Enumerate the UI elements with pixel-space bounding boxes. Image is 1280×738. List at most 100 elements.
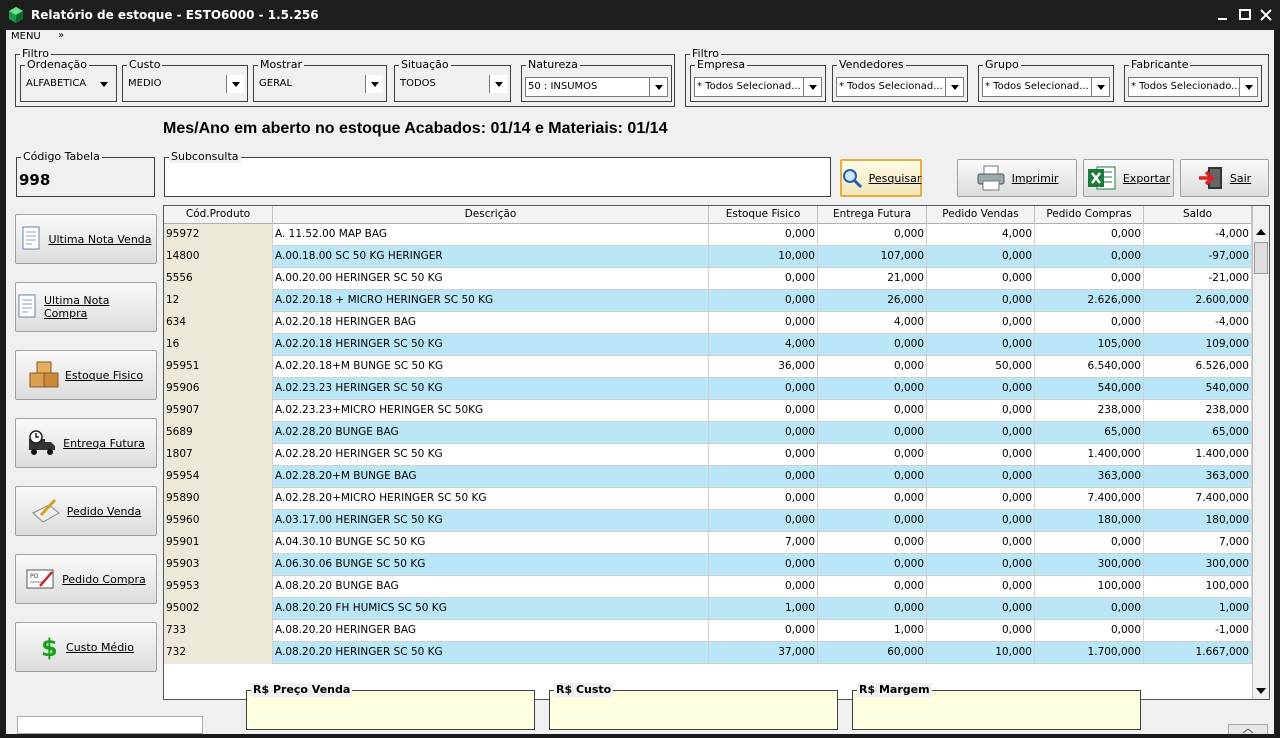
table-cell: 0,000: [709, 554, 818, 576]
vertical-scrollbar[interactable]: [1252, 206, 1269, 699]
table-row[interactable]: 732 A.08.20.20 HERINGER SC 50 KG 37,000 60,…: [164, 642, 1252, 664]
chevron-down-icon[interactable]: [226, 75, 244, 93]
imprimir-button[interactable]: Imprimir: [957, 159, 1077, 197]
table-row[interactable]: 5556 A.00.20.00 HERINGER SC 50 KG 0,000 21,…: [164, 268, 1252, 290]
collapse-tab[interactable]: [1228, 724, 1268, 734]
sair-button[interactable]: Sair: [1180, 159, 1269, 197]
codigo-tabela-input[interactable]: 998: [19, 171, 50, 189]
maximize-icon[interactable]: [1236, 6, 1254, 24]
table-cell: 26,000: [818, 290, 927, 312]
scroll-down-icon[interactable]: [1253, 683, 1269, 699]
table-cell: 0,000: [818, 334, 927, 356]
table-cell: 65,000: [1035, 422, 1144, 444]
entrega-futura-button[interactable]: Entrega Futura: [15, 418, 157, 468]
table-cell: A.02.28.20+MICRO HERINGER SC 50 KG: [273, 488, 709, 510]
column-header[interactable]: Entrega Futura: [818, 206, 927, 224]
custo-medio-button[interactable]: $ Custo Médio: [15, 622, 157, 672]
table-cell: 10,000: [709, 246, 818, 268]
table-cell: A.00.18.00 SC 50 KG HERINGER: [273, 246, 709, 268]
table-cell: 16: [164, 334, 273, 356]
table-row[interactable]: 5689 A.02.28.20 BUNGE BAG 0,000 0,000 0,000 6…: [164, 422, 1252, 444]
table-cell: 0,000: [709, 466, 818, 488]
chevron-down-icon[interactable]: [945, 78, 963, 96]
table-cell: 0,000: [818, 488, 927, 510]
truck-clock-icon: [29, 430, 56, 455]
pesquisar-button[interactable]: Pesquisar: [840, 159, 922, 197]
chevron-down-icon[interactable]: [649, 78, 667, 96]
table-row[interactable]: 95953 A.08.20.20 BUNGE BAG 0,000 0,000 0,000…: [164, 576, 1252, 598]
table-cell: A.00.20.00 HERINGER SC 50 KG: [273, 268, 709, 290]
table-cell: -21,000: [1144, 268, 1252, 290]
scroll-up-icon[interactable]: [1253, 224, 1269, 240]
table-row[interactable]: 95907 A.02.23.23+MICRO HERINGER SC 50KG 0,…: [164, 400, 1252, 422]
chevron-down-icon[interactable]: [1239, 78, 1257, 96]
table-row[interactable]: 95903 A.06.30.06 BUNGE SC 50 KG 0,000 0,000…: [164, 554, 1252, 576]
vendedores-value: * Todos Selecionad...: [839, 81, 943, 92]
table-cell: 95901: [164, 532, 273, 554]
natureza-select[interactable]: 50 : INSUMOS: [525, 77, 668, 97]
ordenacao-select[interactable]: ALFABÉTICA: [24, 75, 113, 95]
table-row[interactable]: 95972 A. 11.52.00 MAP BAG 0,000 0,000 4,000 0…: [164, 224, 1252, 246]
minimize-icon[interactable]: [1214, 6, 1232, 24]
table-row[interactable]: 634 A.02.20.18 HERINGER BAG 0,000 4,000 0,00…: [164, 312, 1252, 334]
vendedores-select[interactable]: * Todos Selecionad...: [836, 77, 964, 97]
estoque-fisico-button[interactable]: Estoque Fisico: [15, 350, 157, 400]
table-cell: 0,000: [818, 554, 927, 576]
column-header[interactable]: Saldo: [1144, 206, 1252, 224]
column-header[interactable]: Estoque Fisico: [709, 206, 818, 224]
table-row[interactable]: 95951 A.02.20.18+M BUNGE SC 50 KG 36,000 0,…: [164, 356, 1252, 378]
ordenacao-value: ALFABÉTICA: [26, 78, 87, 89]
chevron-down-icon[interactable]: [1091, 78, 1109, 96]
menu-chevron-icon[interactable]: »: [58, 30, 64, 41]
table-row[interactable]: 95002 A.08.20.20 FH HUMICS SC 50 KG 1,000 0…: [164, 598, 1252, 620]
chevron-down-icon[interactable]: [489, 75, 507, 93]
table-row[interactable]: 95954 A.02.28.20+M BUNGE BAG 0,000 0,000 0,0…: [164, 466, 1252, 488]
table-cell: 0,000: [709, 510, 818, 532]
table-row[interactable]: 733 A.08.20.20 HERINGER BAG 0,000 1,000 0,00…: [164, 620, 1252, 642]
table-row[interactable]: 95890 A.02.28.20+MICRO HERINGER SC 50 KG 0…: [164, 488, 1252, 510]
pedido-compra-button[interactable]: PO Pedido Compra: [15, 554, 157, 604]
table-cell: 732: [164, 642, 273, 664]
exportar-button[interactable]: Exportar: [1083, 159, 1174, 197]
column-header[interactable]: Descrição: [273, 206, 709, 224]
table-row[interactable]: 1807 A.02.28.20 HERINGER SC 50 KG 0,000 0,0…: [164, 444, 1252, 466]
table-cell: 0,000: [927, 598, 1035, 620]
empresa-select[interactable]: * Todos Selecionad...: [694, 77, 822, 97]
natureza-label: Natureza: [526, 58, 580, 71]
menu-button[interactable]: MENU: [11, 31, 41, 42]
ultima-nota-venda-button[interactable]: Ultima Nota Venda: [15, 214, 157, 264]
close-icon[interactable]: [1257, 6, 1275, 24]
mostrar-select[interactable]: GERAL: [257, 75, 383, 95]
chevron-down-icon[interactable]: [95, 75, 113, 93]
entrega-futura-label: Entrega Futura: [63, 436, 145, 450]
column-header[interactable]: Pedido Compras: [1035, 206, 1144, 224]
chevron-down-icon[interactable]: [803, 78, 821, 96]
table-cell: 95960: [164, 510, 273, 532]
table-row[interactable]: 14800 A.00.18.00 SC 50 KG HERINGER 10,000 1…: [164, 246, 1252, 268]
menu-bar: MENU »: [6, 30, 1274, 46]
chevron-up-icon[interactable]: [1229, 726, 1267, 735]
ultima-nota-compra-button[interactable]: Ultima Nota Compra: [15, 282, 157, 332]
table-row[interactable]: 12 A.02.20.18 + MICRO HERINGER SC 50 KG 0,…: [164, 290, 1252, 312]
table-cell: A.02.23.23 HERINGER SC 50 KG: [273, 378, 709, 400]
situacao-select[interactable]: TODOS: [398, 75, 507, 95]
table-row[interactable]: 16 A.02.20.18 HERINGER SC 50 KG 4,000 0,000…: [164, 334, 1252, 356]
magnifier-icon: [842, 169, 862, 189]
fabricante-select[interactable]: * Todos Selecionado...: [1128, 77, 1258, 97]
chevron-down-icon[interactable]: [365, 75, 383, 93]
subconsulta-field[interactable]: Subconsulta: [164, 151, 831, 197]
table-row[interactable]: 95960 A.03.17.00 HERINGER SC 50 KG 0,000 0,…: [164, 510, 1252, 532]
custo-select[interactable]: MEDIO: [126, 75, 244, 95]
table-row[interactable]: 95906 A.02.23.23 HERINGER SC 50 KG 0,000 0,…: [164, 378, 1252, 400]
column-header[interactable]: Cód.Produto: [164, 206, 273, 224]
table-cell: A.08.20.20 FH HUMICS SC 50 KG: [273, 598, 709, 620]
table-cell: 10,000: [927, 642, 1035, 664]
column-header[interactable]: Pedido Vendas: [927, 206, 1035, 224]
table-row[interactable]: 95901 A.04.30.10 BUNGE SC 50 KG 7,000 0,000…: [164, 532, 1252, 554]
pedido-venda-button[interactable]: Pedido Venda: [15, 486, 157, 536]
grupo-select[interactable]: * Todos Selecionad...: [982, 77, 1110, 97]
scroll-thumb[interactable]: [1254, 242, 1268, 274]
table-cell: 7,000: [709, 532, 818, 554]
stock-grid[interactable]: Cód.Produto Descrição Estoque Fisico Ent…: [163, 205, 1270, 700]
table-cell: 0,000: [818, 532, 927, 554]
